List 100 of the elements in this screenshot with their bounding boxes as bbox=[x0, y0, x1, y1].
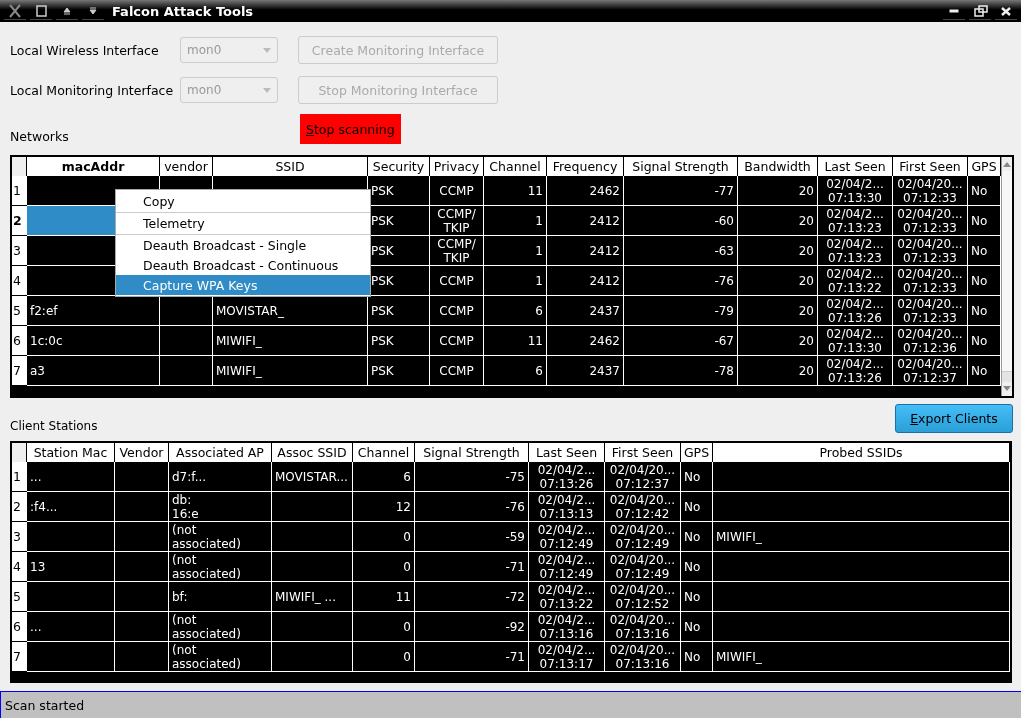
table-cell: 02/04/20... 07:12:42 bbox=[605, 492, 681, 522]
table-cell: 02/04/20... 07:12:33 bbox=[893, 296, 968, 326]
column-header[interactable]: Bandwidth bbox=[738, 157, 818, 176]
stop-scanning-button[interactable]: Stop scanning bbox=[300, 114, 401, 144]
table-cell: 02/04/2... 07:13:26 bbox=[818, 356, 893, 386]
table-cell: 2412 bbox=[547, 266, 624, 296]
menu-item[interactable]: Capture WPA Keys bbox=[116, 275, 370, 295]
scrollbar[interactable] bbox=[1001, 157, 1012, 396]
table-cell: 02/04/20... 07:12:33 bbox=[893, 236, 968, 266]
table-cell: 02/04/2... 07:13:22 bbox=[818, 266, 893, 296]
table-cell: -75 bbox=[415, 462, 529, 492]
table-cell: CCMP bbox=[430, 176, 484, 206]
table-cell: 02/04/2... 07:13:22 bbox=[529, 582, 605, 612]
table-cell: 20 bbox=[738, 206, 818, 236]
column-header[interactable]: Signal Strength bbox=[415, 443, 529, 462]
table-cell: CCMP bbox=[430, 356, 484, 386]
table-cell: :f4... bbox=[27, 492, 115, 522]
caret-icon bbox=[263, 87, 271, 93]
table-cell: 02/04/2... 07:13:26 bbox=[818, 296, 893, 326]
row-header[interactable]: 1 bbox=[12, 462, 27, 492]
table-cell: MOVISTAR... bbox=[272, 462, 353, 492]
table-cell: 02/04/20... 07:12:36 bbox=[893, 326, 968, 356]
column-header[interactable]: Last Seen bbox=[818, 157, 893, 176]
menu-item[interactable]: Copy bbox=[116, 191, 370, 213]
table-cell: (not associated) bbox=[169, 612, 272, 642]
table-cell: PSK bbox=[368, 356, 430, 386]
row-header[interactable]: 3 bbox=[12, 236, 27, 266]
menu-item[interactable]: Deauth Broadcast - Continuous bbox=[116, 255, 370, 275]
table-cell: 02/04/2... 07:13:23 bbox=[818, 236, 893, 266]
table-cell: db: 16:e bbox=[169, 492, 272, 522]
table-cell: 02/04/2... 07:13:16 bbox=[529, 612, 605, 642]
section-label: Networks bbox=[10, 129, 70, 144]
row-header[interactable]: 4 bbox=[12, 266, 27, 296]
column-header[interactable]: GPS bbox=[968, 157, 1001, 176]
table-cell: ... bbox=[27, 462, 115, 492]
table-cell: 2437 bbox=[547, 296, 624, 326]
column-header[interactable]: macAddr bbox=[27, 157, 160, 176]
table-cell: -79 bbox=[624, 296, 738, 326]
column-header[interactable]: Security bbox=[368, 157, 430, 176]
row-header[interactable]: 7 bbox=[12, 642, 27, 672]
table-cell: 6 bbox=[484, 356, 547, 386]
row-header[interactable]: 3 bbox=[12, 522, 27, 552]
table-cell: PSK bbox=[368, 326, 430, 356]
column-header[interactable]: GPS bbox=[681, 443, 713, 462]
table-cell: 02/04/20... 07:12:33 bbox=[893, 266, 968, 296]
column-header[interactable]: Channel bbox=[353, 443, 415, 462]
export-clients-button[interactable]: Export Clients bbox=[895, 404, 1013, 433]
table-cell: -76 bbox=[624, 266, 738, 296]
table-cell: (not associated) bbox=[169, 522, 272, 552]
menu-item[interactable]: Telemetry bbox=[116, 213, 370, 235]
window-menu-icon bbox=[33, 2, 49, 19]
table-cell: -72 bbox=[415, 582, 529, 612]
row-header[interactable]: 4 bbox=[12, 552, 27, 582]
table-cell: 0 bbox=[353, 642, 415, 672]
column-header[interactable]: Associated AP bbox=[169, 443, 272, 462]
column-header[interactable]: SSID bbox=[213, 157, 368, 176]
row-header[interactable]: 2 bbox=[12, 206, 27, 236]
logo-button[interactable] bbox=[4, 2, 26, 20]
table-cell: 02/04/20... 07:12:37 bbox=[893, 356, 968, 386]
column-header[interactable]: Frequency bbox=[547, 157, 624, 176]
table-cell: d7:f... bbox=[169, 462, 272, 492]
row-header[interactable]: 1 bbox=[12, 176, 27, 206]
column-header[interactable]: vendor bbox=[160, 157, 213, 176]
table-cell bbox=[115, 552, 169, 582]
row-header[interactable]: 7 bbox=[12, 356, 27, 386]
column-header[interactable]: Vendor bbox=[115, 443, 169, 462]
table-cell: -59 bbox=[415, 522, 529, 552]
column-header[interactable]: Privacy bbox=[430, 157, 484, 176]
column-header[interactable]: First Seen bbox=[605, 443, 681, 462]
row-header[interactable]: 5 bbox=[12, 296, 27, 326]
column-header[interactable]: Assoc SSID bbox=[272, 443, 353, 462]
table-cell: MIWIFI_ ... bbox=[272, 582, 353, 612]
menu-item[interactable]: Deauth Broadcast - Single bbox=[116, 235, 370, 255]
row-header[interactable]: 2 bbox=[12, 492, 27, 522]
table-cell: -76 bbox=[415, 492, 529, 522]
table-cell: 1c:0c bbox=[27, 326, 160, 356]
table-cell: 02/04/2... 07:12:49 bbox=[529, 552, 605, 582]
caret-icon bbox=[263, 47, 271, 53]
column-header[interactable]: Channel bbox=[484, 157, 547, 176]
table-cell: MIWIFI_ bbox=[213, 326, 368, 356]
restore-button[interactable] bbox=[969, 2, 991, 20]
column-header[interactable]: Last Seen bbox=[529, 443, 605, 462]
table-cell: -71 bbox=[415, 642, 529, 672]
window-menu-button[interactable] bbox=[30, 2, 52, 20]
row-header[interactable]: 6 bbox=[12, 612, 27, 642]
table-cell: MIWIFI_ bbox=[213, 356, 368, 386]
table-cell: 02/04/20... 07:12:52 bbox=[605, 582, 681, 612]
column-header[interactable]: Signal Strength bbox=[624, 157, 738, 176]
column-header[interactable]: First Seen bbox=[893, 157, 968, 176]
table-cell bbox=[115, 492, 169, 522]
row-header[interactable]: 5 bbox=[12, 582, 27, 612]
column-header[interactable]: Station Mac bbox=[27, 443, 115, 462]
table-cell: 1 bbox=[484, 236, 547, 266]
table-cell: 6 bbox=[484, 296, 547, 326]
table-cell bbox=[115, 462, 169, 492]
row-header[interactable]: 6 bbox=[12, 326, 27, 356]
scroll-up-icon bbox=[1003, 161, 1011, 167]
table-cell: 20 bbox=[738, 326, 818, 356]
table-cell: MIWIFI_ bbox=[713, 522, 1010, 552]
column-header[interactable]: Probed SSIDs bbox=[713, 443, 1010, 462]
